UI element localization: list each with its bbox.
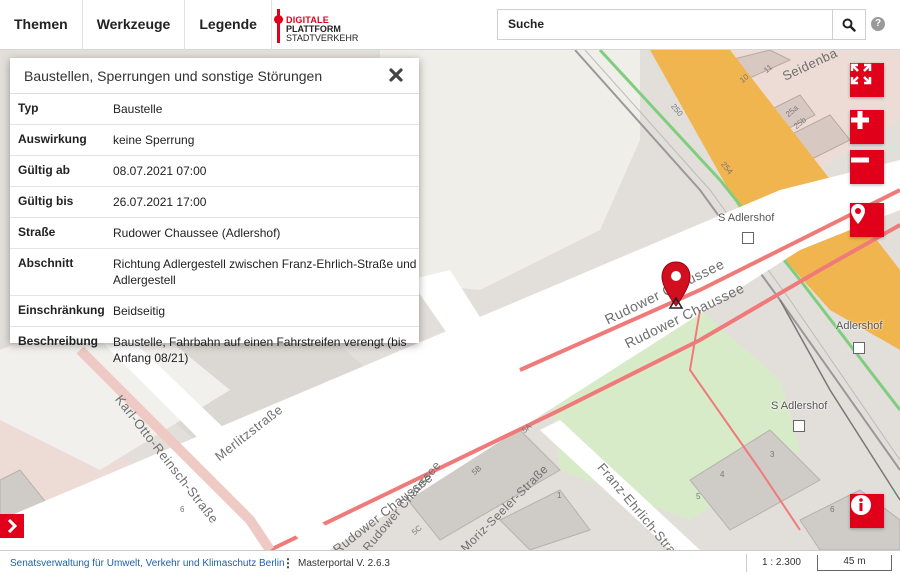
popup-title: Baustellen, Sperrungen und sonstige Stör… [24,68,323,84]
minus-icon [851,157,869,163]
close-icon[interactable] [387,66,405,84]
footer: Senatsverwaltung für Umwelt, Verkehr und… [0,550,900,575]
info-key: Gültig bis [18,194,74,208]
sidebar-toggle-button[interactable] [0,514,24,538]
info-key: Einschränkung [18,303,105,317]
info-value: 26.07.2021 17:00 [113,195,207,209]
popup-header: Baustellen, Sperrungen und sonstige Stör… [10,58,419,94]
info-key: Straße [18,225,56,239]
search-input[interactable]: Suche [497,9,833,40]
logo: DIGITALE PLATTFORM STADTVERKEHR [274,7,364,45]
info-key: Gültig ab [18,163,70,177]
info-button[interactable] [850,494,884,528]
info-key: Typ [18,101,39,115]
stop-label: S Adlershof [771,400,828,412]
info-value: Richtung Adlergestell zwischen Franz-Ehr… [113,257,417,287]
top-bar: Themen Werkzeuge Legende DIGITALE PLATTF… [0,0,900,50]
zoom-in-button[interactable] [850,110,884,144]
info-value: keine Sperrung [113,133,195,147]
locate-button[interactable] [850,203,884,237]
house-number: 3 [770,450,775,459]
info-icon [851,495,871,515]
expand-icon [850,63,872,85]
logo-line-3: STADTVERKEHR [286,33,359,43]
scale-selector[interactable]: 1 : 2.300 [746,554,816,572]
info-key: Beschreibung [18,334,99,348]
house-number: 6 [180,505,185,514]
info-row: Straße Rudower Chaussee (Adlershof) [10,218,419,249]
stop-label: S Adlershof [718,212,775,224]
location-marker-icon[interactable] [660,260,692,312]
plus-icon [851,111,869,129]
footer-version[interactable]: Masterportal V. 2.6.3 [298,558,390,569]
main-menu: Themen Werkzeuge Legende [0,0,272,50]
fullscreen-button[interactable] [850,63,884,97]
house-number: 4 [720,470,725,479]
menu-werkzeuge[interactable]: Werkzeuge [83,0,186,50]
info-value: Rudower Chaussee (Adlershof) [113,226,281,240]
info-row: Gültig ab 08.07.2021 07:00 [10,156,419,187]
zoom-out-button[interactable] [850,150,884,184]
menu-themen[interactable]: Themen [0,0,83,50]
info-value: Beidseitig [113,304,166,318]
scale-bar: 45 m [817,555,892,571]
info-row: Einschränkung Beidseitig [10,296,419,327]
feature-info-popup: Baustellen, Sperrungen und sonstige Stör… [10,58,419,365]
info-row: Beschreibung Baustelle, Fahrbahn auf eine… [10,327,419,373]
search-icon [842,18,856,32]
info-value: 08.07.2021 07:00 [113,164,207,178]
info-row: Typ Baustelle [10,94,419,125]
footer-org-link[interactable]: Senatsverwaltung für Umwelt, Verkehr und… [10,558,285,569]
info-value: Baustelle, Fahrbahn auf einen Fahrstreif… [113,335,407,365]
info-key: Auswirkung [18,132,87,146]
house-number: 6 [830,505,835,514]
info-value: Baustelle [113,102,163,116]
info-row: Abschnitt Richtung Adlergestell zwischen … [10,249,419,296]
info-key: Abschnitt [18,256,74,270]
house-number: 5 [696,492,701,501]
info-row: Gültig bis 26.07.2021 17:00 [10,187,419,218]
stop-marker[interactable] [742,232,754,244]
info-row: Auswirkung keine Sperrung [10,125,419,156]
stop-marker[interactable] [793,420,805,432]
stop-marker[interactable] [853,342,865,354]
search-button[interactable] [832,9,866,40]
house-number: 1 [557,491,562,500]
help-icon[interactable]: ? [871,17,885,31]
menu-legende[interactable]: Legende [185,0,272,50]
location-pin-icon [851,204,865,224]
chevron-right-icon [7,519,18,533]
footer-menu-icon[interactable]: ⋮ [282,556,294,570]
stop-label: Adlershof [836,320,883,332]
